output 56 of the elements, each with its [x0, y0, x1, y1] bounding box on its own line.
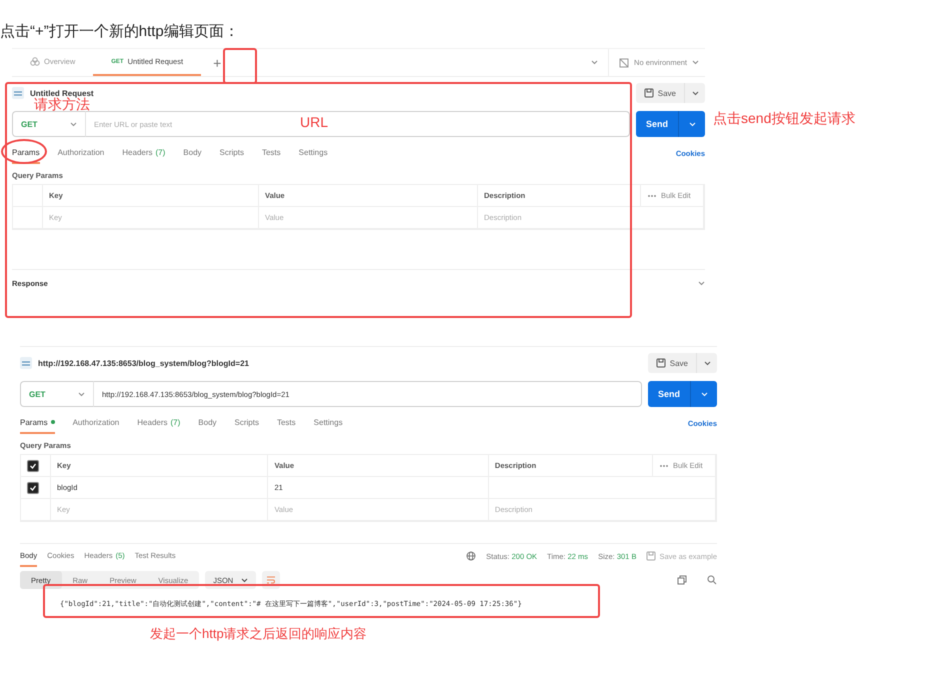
new-tab-button[interactable]: +	[201, 49, 234, 76]
annotation-label: URL	[300, 115, 328, 130]
request-name: http://192.168.47.135:8653/blog_system/blog?blogId=21	[38, 358, 249, 368]
save-options-button[interactable]	[684, 83, 705, 103]
save-button[interactable]: Save	[636, 83, 684, 103]
method-dropdown[interactable]: GET	[20, 381, 94, 407]
search-icon	[707, 575, 717, 585]
chevron-down-icon	[688, 122, 696, 126]
chevron-down-icon	[70, 122, 77, 126]
globe-icon	[466, 551, 476, 561]
more-icon	[647, 192, 657, 198]
chevron-down-icon	[704, 360, 710, 366]
request-section-tab[interactable]: Tests	[276, 412, 296, 434]
collapse-icon	[698, 280, 705, 286]
chevron-down-icon	[692, 90, 698, 96]
method-dropdown[interactable]: GET	[12, 111, 86, 137]
checkbox[interactable]	[27, 460, 39, 472]
more-icon	[658, 462, 669, 468]
request-section-tab[interactable]: Headers (7)	[137, 412, 180, 434]
annotation-label: 点击send按钮发起请求	[713, 111, 856, 126]
request-section-tab[interactable]: Body	[183, 142, 202, 164]
annotation-label: 请求方法	[34, 97, 90, 112]
annotation-circle	[1, 139, 47, 164]
send-options-button[interactable]	[690, 381, 717, 407]
request-section-tab[interactable]: Authorization	[58, 142, 104, 164]
chevron-down-icon	[591, 60, 598, 65]
request-section-tab[interactable]: Params	[12, 142, 40, 164]
instruction-text: 点击“+”打开一个新的http编辑页面：	[0, 22, 240, 42]
send-options-button[interactable]	[678, 111, 705, 137]
chevron-down-icon	[241, 578, 248, 582]
request-section-tab[interactable]: Scripts	[220, 142, 244, 164]
save-options-button[interactable]	[696, 353, 717, 373]
copy-icon	[677, 575, 687, 585]
chevron-down-icon	[78, 392, 85, 396]
request-name: Untitled Request	[30, 88, 94, 98]
annotation-label: 发起一个http请求之后返回的响应内容	[150, 627, 367, 642]
wrap-lines-icon	[266, 575, 276, 585]
request-section-tab[interactable]: Settings	[298, 142, 328, 164]
request-section-tab[interactable]: Authorization	[72, 412, 120, 434]
overview-icon	[30, 56, 40, 66]
request-section-tab[interactable]: Settings	[314, 412, 343, 434]
send-button[interactable]: Send	[636, 111, 678, 137]
request-section-tab[interactable]: Scripts	[234, 412, 259, 434]
check-icon	[29, 462, 37, 470]
chevron-down-icon	[692, 60, 699, 65]
request-section-tab[interactable]: Params	[20, 412, 55, 434]
request-section-tab[interactable]: Body	[198, 412, 217, 434]
request-section-tab[interactable]: Tests	[262, 142, 281, 164]
checkbox[interactable]	[27, 482, 39, 494]
request-section-tab[interactable]: Headers (7)	[122, 142, 166, 164]
send-button[interactable]: Send	[648, 381, 690, 407]
chevron-down-icon	[700, 392, 708, 396]
check-icon	[29, 484, 37, 492]
save-button[interactable]: Save	[648, 353, 696, 373]
http-icon	[12, 87, 24, 99]
no-environment-icon	[619, 58, 630, 68]
